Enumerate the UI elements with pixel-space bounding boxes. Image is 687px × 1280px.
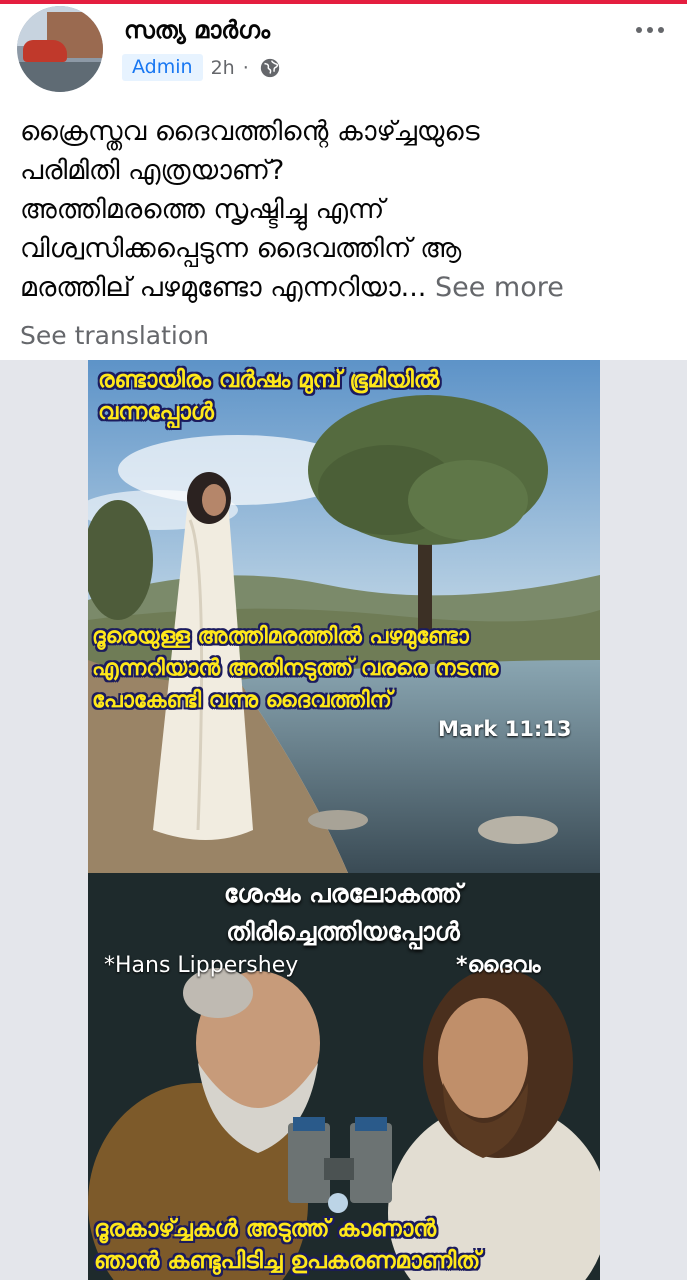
bible-reference: Mark 11:13: [438, 717, 572, 741]
caption-line: വന്നപ്പോൾ: [98, 399, 214, 425]
post-text-line: അത്തിമരത്തെ സൃഷ്ടിച്ചു എന്ന്: [20, 194, 385, 225]
globe-icon: [260, 58, 279, 77]
post-text-line: വിശ്വസിക്കപ്പെടുന്ന ദൈവത്തിന് ആ: [20, 233, 462, 264]
see-more-link[interactable]: See more: [435, 272, 564, 303]
label-left: *Hans Lippershey: [104, 953, 299, 978]
meme-image-bottom[interactable]: ശേഷം പരലോകത്ത് തിരിച്ചെത്തിയപ്പോൾ *Hans …: [88, 873, 600, 1280]
post-text-line: ക്രൈസ്തവ ദൈവത്തിന്റെ കാഴ്ച്ചയുടെ: [20, 116, 480, 147]
label-right: *ദൈവം: [456, 953, 541, 978]
bottom-title: ശേഷം പരലോകത്ത് തിരിച്ചെത്തിയപ്പോൾ: [168, 875, 518, 951]
title-line: ശേഷം പരലോകത്ത്: [223, 879, 463, 908]
top-accent-bar: [0, 0, 687, 4]
caption-line: ദൂരെയുള്ള അത്തിമരത്തിൽ പഴമുണ്ടോ: [92, 624, 469, 649]
post-meta: Admin 2h ·: [122, 54, 281, 81]
meme-image-top[interactable]: രണ്ടായിരം വർഷം മുമ്പ് ഭൂമിയിൽ വന്നപ്പോൾ …: [88, 360, 600, 873]
meta-separator: ·: [242, 56, 249, 79]
see-translation-link[interactable]: See translation: [20, 321, 209, 350]
caption-line: പോകേണ്ടി വന്നു ദൈവത്തിന്: [92, 688, 392, 713]
title-line: തിരിച്ചെത്തിയപ്പോൾ: [226, 917, 460, 946]
bottom-caption: ദൂരകാഴ്ച്ചകൾ അടുത്ത് കാണാൻ ഞാൻ കണ്ടുപിടി…: [94, 1213, 480, 1277]
admin-badge: Admin: [122, 54, 203, 81]
post-text-line: മരത്തില് പഴമുണ്ടോ എന്നറിയാ...: [20, 272, 427, 303]
more-options-icon[interactable]: [636, 22, 672, 38]
post-time[interactable]: 2h: [211, 57, 235, 79]
post-text-last-line: മരത്തില് പഴമുണ്ടോ എന്നറിയാ... See more: [20, 268, 675, 307]
caption-line: ദൂരകാഴ്ച്ചകൾ അടുത്ത് കാണാൻ: [94, 1216, 437, 1242]
middle-caption: ദൂരെയുള്ള അത്തിമരത്തിൽ പഴമുണ്ടോ എന്നറിയാ…: [92, 621, 498, 717]
caption-line: രണ്ടായിരം വർഷം മുമ്പ് ഭൂമിയിൽ: [98, 367, 440, 393]
post-text-line: പരിമിതി എത്രയാണ്?: [20, 155, 285, 186]
page-name[interactable]: സത്യ മാർഗം: [124, 16, 270, 44]
top-caption: രണ്ടായിരം വർഷം മുമ്പ് ഭൂമിയിൽ വന്നപ്പോൾ: [98, 364, 439, 428]
page-avatar[interactable]: [17, 6, 103, 92]
landscape-illustration: [88, 360, 600, 873]
post-body: ക്രൈസ്തവ ദൈവത്തിന്റെ കാഴ്ച്ചയുടെ പരിമിതി…: [20, 112, 675, 307]
caption-line: ഞാൻ കണ്ടുപിടിച്ച ഉപകരണമാണിത്: [94, 1248, 481, 1274]
caption-line: എന്നറിയാൻ അതിനടുത്ത് വരരെ നടന്നു: [92, 656, 499, 681]
